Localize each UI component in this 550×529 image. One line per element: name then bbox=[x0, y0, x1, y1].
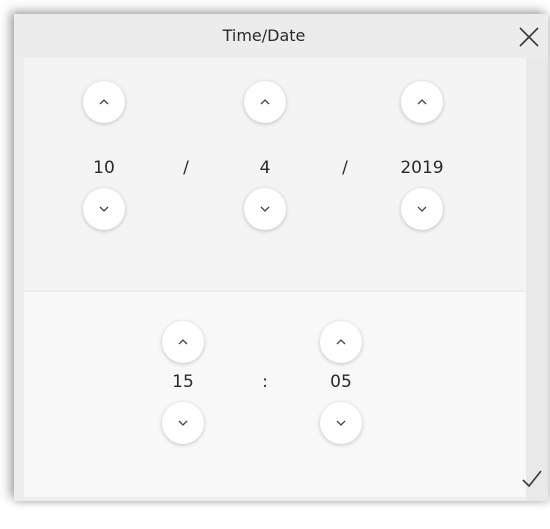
month-increment-button[interactable] bbox=[244, 81, 286, 123]
chevron-down-icon bbox=[417, 206, 427, 212]
chevron-down-icon bbox=[178, 420, 188, 426]
time-date-dialog: Time/Date 10 / 4 / 2019 15: 05 bbox=[14, 14, 548, 501]
confirm-button[interactable] bbox=[520, 467, 544, 491]
hour-decrement-button[interactable] bbox=[162, 402, 204, 444]
side-strip bbox=[526, 58, 548, 501]
chevron-up-icon bbox=[336, 339, 346, 345]
year-value: 2019 bbox=[400, 158, 444, 178]
month-decrement-button[interactable] bbox=[244, 188, 286, 230]
chevron-up-icon bbox=[417, 99, 427, 105]
day-decrement-button[interactable] bbox=[83, 188, 125, 230]
year-increment-button[interactable] bbox=[401, 81, 443, 123]
title-bar: Time/Date bbox=[14, 14, 548, 58]
time-separator: : bbox=[262, 372, 268, 392]
date-separator-1: / bbox=[183, 158, 189, 178]
chevron-up-icon bbox=[260, 99, 270, 105]
hour-increment-button[interactable] bbox=[162, 321, 204, 363]
year-decrement-button[interactable] bbox=[401, 188, 443, 230]
minute-value: 05 bbox=[330, 372, 352, 392]
time-panel: 15 : 05 bbox=[24, 292, 526, 497]
checkmark-icon bbox=[522, 470, 542, 488]
date-separator-2: / bbox=[342, 158, 348, 178]
day-value: 10 bbox=[93, 158, 115, 178]
close-button[interactable] bbox=[516, 24, 542, 50]
day-increment-button[interactable] bbox=[83, 81, 125, 123]
chevron-down-icon bbox=[260, 206, 270, 212]
date-panel: 10 / 4 / 2019 bbox=[24, 58, 526, 290]
month-value: 4 bbox=[259, 158, 271, 178]
hour-value: 15 bbox=[172, 372, 194, 392]
close-icon bbox=[519, 27, 539, 47]
minute-decrement-button[interactable] bbox=[320, 402, 362, 444]
chevron-down-icon bbox=[336, 420, 346, 426]
chevron-down-icon bbox=[99, 206, 109, 212]
dialog-title: Time/Date bbox=[222, 26, 306, 45]
minute-increment-button[interactable] bbox=[320, 321, 362, 363]
chevron-up-icon bbox=[99, 99, 109, 105]
chevron-up-icon bbox=[178, 339, 188, 345]
